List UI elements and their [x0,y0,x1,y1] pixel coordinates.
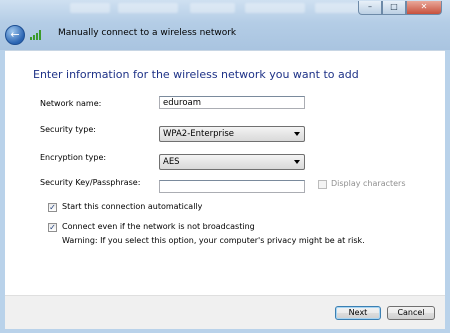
content-panel: Enter information for the wireless netwo… [5,50,445,296]
glass-reflection [118,3,178,13]
start-automatically-label: Start this connection automatically [62,202,203,211]
minimize-button[interactable]: – [358,1,382,15]
window-title: Manually connect to a wireless network [58,28,237,38]
encryption-type-value: AES [163,157,180,167]
window-controls: – □ ✕ [358,1,442,15]
back-arrow-icon[interactable]: ← [5,25,25,45]
security-key-label: Security Key/Passphrase: [40,178,141,187]
next-button[interactable]: Next [335,306,381,320]
start-automatically-checkbox[interactable]: ✓ [48,203,57,212]
security-type-value: WPA2-Enterprise [163,129,235,139]
connect-not-broadcasting-label: Connect even if the network is not broad… [62,222,255,231]
display-characters-checkbox [318,180,327,189]
connect-not-broadcasting-checkbox[interactable]: ✓ [48,223,57,232]
title-bar: – □ ✕ ← Manually connect to a wireless n… [0,0,450,50]
security-type-select[interactable]: WPA2-Enterprise [159,126,305,142]
chevron-down-icon [294,132,300,136]
encryption-type-select[interactable]: AES [159,154,305,170]
glass-reflection [190,3,235,13]
cancel-button[interactable]: Cancel [387,306,435,320]
glass-reflection [70,3,110,13]
wireless-network-icon [30,30,44,40]
network-name-label: Network name: [40,99,102,108]
footer: Next Cancel [5,295,445,329]
close-button[interactable]: ✕ [406,1,442,15]
page-heading: Enter information for the wireless netwo… [33,68,359,81]
glass-reflection [245,3,305,13]
encryption-type-label: Encryption type: [40,153,107,162]
security-key-field[interactable] [159,180,305,193]
display-characters-label: Display characters [331,179,406,188]
chevron-down-icon [294,160,300,164]
maximize-button[interactable]: □ [382,1,406,15]
security-type-label: Security type: [40,125,96,134]
network-name-field[interactable]: eduroam [159,96,305,109]
privacy-warning: Warning: If you select this option, your… [62,236,365,245]
